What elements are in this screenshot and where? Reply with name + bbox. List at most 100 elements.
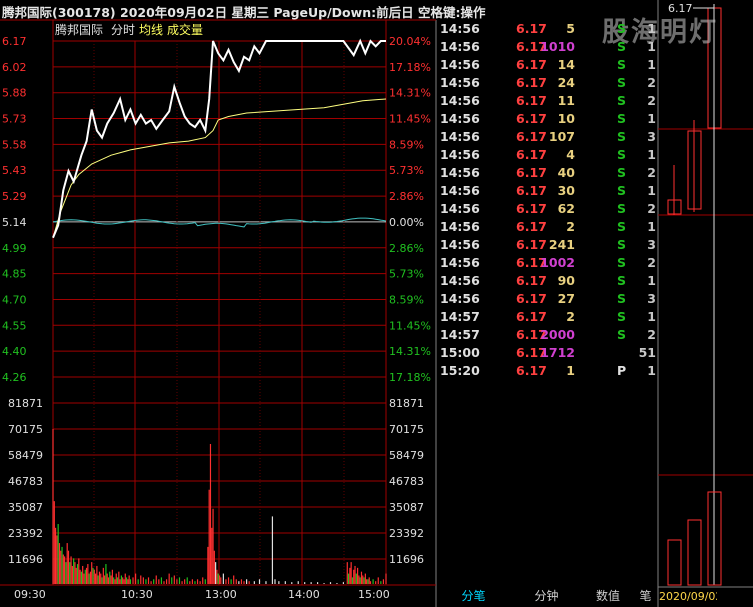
price-ladder-left-label: 4.55	[2, 319, 27, 332]
tab-minutes[interactable]: 分钟	[510, 586, 583, 607]
trade-count: 1	[647, 57, 656, 72]
trade-row[interactable]: 14:56 6.17 2 S 1	[437, 218, 658, 236]
trade-time: 14:56	[440, 57, 480, 72]
trade-row[interactable]: 14:56 6.17 5 S 1	[437, 20, 658, 38]
trade-price: 6.17	[516, 21, 547, 36]
trade-direction: S	[617, 309, 627, 324]
kline-volume-bar	[687, 519, 702, 586]
trade-volume: 62	[557, 201, 575, 216]
trade-row[interactable]: 14:56 6.17 30 S 1	[437, 182, 658, 200]
price-ladder-left-label: 4.26	[2, 371, 27, 384]
trade-price: 6.17	[516, 147, 547, 162]
volume-ladder-right-label: 46783	[389, 475, 424, 488]
price-ladder-left-label: 5.88	[2, 87, 27, 100]
trade-row[interactable]: 14:56 6.17 1010 S 1	[437, 38, 658, 56]
trade-volume: 2	[566, 309, 575, 324]
trade-volume: 2	[566, 219, 575, 234]
volume-ladder-left-label: 23392	[8, 527, 43, 540]
trade-row[interactable]: 14:56 6.17 1002 S 2	[437, 254, 658, 272]
trade-direction: S	[617, 255, 627, 270]
legend-volume: 成交量	[167, 22, 203, 37]
trade-row[interactable]: 14:56 6.17 24 S 2	[437, 74, 658, 92]
trade-direction: S	[617, 93, 627, 108]
trade-row[interactable]: 14:56 6.17 62 S 2	[437, 200, 658, 218]
trade-count: 1	[647, 183, 656, 198]
volume-ladder-right-label: 70175	[389, 423, 424, 436]
trade-price: 6.17	[516, 111, 547, 126]
trade-direction: S	[617, 75, 627, 90]
trade-price: 6.17	[516, 183, 547, 198]
time-axis-label: 09:30	[14, 588, 46, 601]
price-ladder-left-label: 5.73	[2, 113, 27, 126]
trade-volume: 5	[566, 21, 575, 36]
trade-row[interactable]: 14:56 6.17 14 S 1	[437, 56, 658, 74]
tab-ticks[interactable]: 分笔	[437, 586, 510, 607]
legend-avg-line: 均线	[139, 23, 163, 37]
trade-count: 1	[647, 21, 656, 36]
trade-row[interactable]: 14:56 6.17 90 S 1	[437, 272, 658, 290]
price-ladder-right-label: 5.73%	[389, 164, 424, 177]
trade-volume: 1002	[540, 255, 575, 270]
price-ladder-right-label: 17.18%	[389, 61, 431, 74]
volume-ladder-right-label: 81871	[389, 397, 424, 410]
trade-price: 6.17	[516, 273, 547, 288]
trade-time: 14:56	[440, 75, 480, 90]
trade-direction: S	[617, 39, 627, 54]
trade-count: 2	[647, 327, 656, 342]
price-ladder-left-label: 4.40	[2, 345, 27, 358]
price-ladder-right-label: 11.45%	[389, 319, 431, 332]
price-ladder-left-label: 4.70	[2, 293, 27, 306]
trade-time: 14:56	[440, 129, 480, 144]
time-axis-label: 10:30	[121, 588, 153, 601]
price-ladder-right-label: 2.86%	[389, 190, 424, 203]
tab-pen[interactable]: 笔	[633, 586, 658, 607]
tab-values[interactable]: 数值	[583, 586, 633, 607]
trade-time: 14:57	[440, 309, 480, 324]
trade-row[interactable]: 14:56 6.17 10 S 1	[437, 110, 658, 128]
tick-trade-list[interactable]: 14:56 6.17 5 S 1 14:56 6.17 1010 S 1 14:56 6.17 14 S 1…	[437, 20, 658, 584]
trade-direction: S	[617, 57, 627, 72]
trade-time: 14:56	[440, 183, 480, 198]
volume-ladder-right-label: 58479	[389, 449, 424, 462]
price-ladder-right-label: 17.18%	[389, 371, 431, 384]
volume-ladder-left-label: 81871	[8, 397, 43, 410]
trade-price: 6.17	[516, 57, 547, 72]
trade-direction: S	[617, 201, 627, 216]
trade-count: 1	[647, 147, 656, 162]
trade-count: 1	[647, 363, 656, 378]
chart-legend: 腾邦国际 分时 均线 成交量	[55, 22, 203, 37]
trade-row[interactable]: 14:57 6.17 2000 S 2	[437, 326, 658, 344]
trade-count: 1	[647, 111, 656, 126]
trade-row[interactable]: 14:56 6.17 40 S 2	[437, 164, 658, 182]
trade-price: 6.17	[516, 237, 547, 252]
trade-direction: S	[617, 273, 627, 288]
trade-direction: S	[617, 291, 627, 306]
trade-time: 14:56	[440, 201, 480, 216]
trade-row[interactable]: 14:56 6.17 11 S 2	[437, 92, 658, 110]
trade-row[interactable]: 14:56 6.17 107 S 3	[437, 128, 658, 146]
trade-time: 14:56	[440, 219, 480, 234]
trade-row[interactable]: 14:56 6.17 241 S 3	[437, 236, 658, 254]
trade-time: 14:56	[440, 273, 480, 288]
trade-price: 6.17	[516, 219, 547, 234]
trade-count: 51	[638, 345, 656, 360]
daily-kline-panel[interactable]	[658, 4, 753, 588]
trade-count: 3	[647, 237, 656, 252]
trade-time: 14:56	[440, 93, 480, 108]
price-ladder-left-label: 6.17	[2, 35, 27, 48]
price-ladder-right-label: 14.31%	[389, 345, 431, 358]
trade-volume: 1	[566, 363, 575, 378]
trade-row[interactable]: 14:56 6.17 27 S 3	[437, 290, 658, 308]
trade-row[interactable]: 15:20 6.17 1 P 1	[437, 362, 658, 380]
kline-date-label: 2020/09/02/三	[659, 590, 717, 603]
trade-price: 6.17	[516, 291, 547, 306]
trade-row[interactable]: 14:57 6.17 2 S 1	[437, 308, 658, 326]
trade-row[interactable]: 14:56 6.17 4 S 1	[437, 146, 658, 164]
trade-price: 6.17	[516, 75, 547, 90]
trade-direction: S	[617, 327, 627, 342]
trade-row[interactable]: 15:00 6.17 1712 51	[437, 344, 658, 362]
price-ladder-left-label: 5.43	[2, 164, 27, 177]
trade-count: 2	[647, 75, 656, 90]
trade-count: 2	[647, 255, 656, 270]
trade-count: 1	[647, 309, 656, 324]
